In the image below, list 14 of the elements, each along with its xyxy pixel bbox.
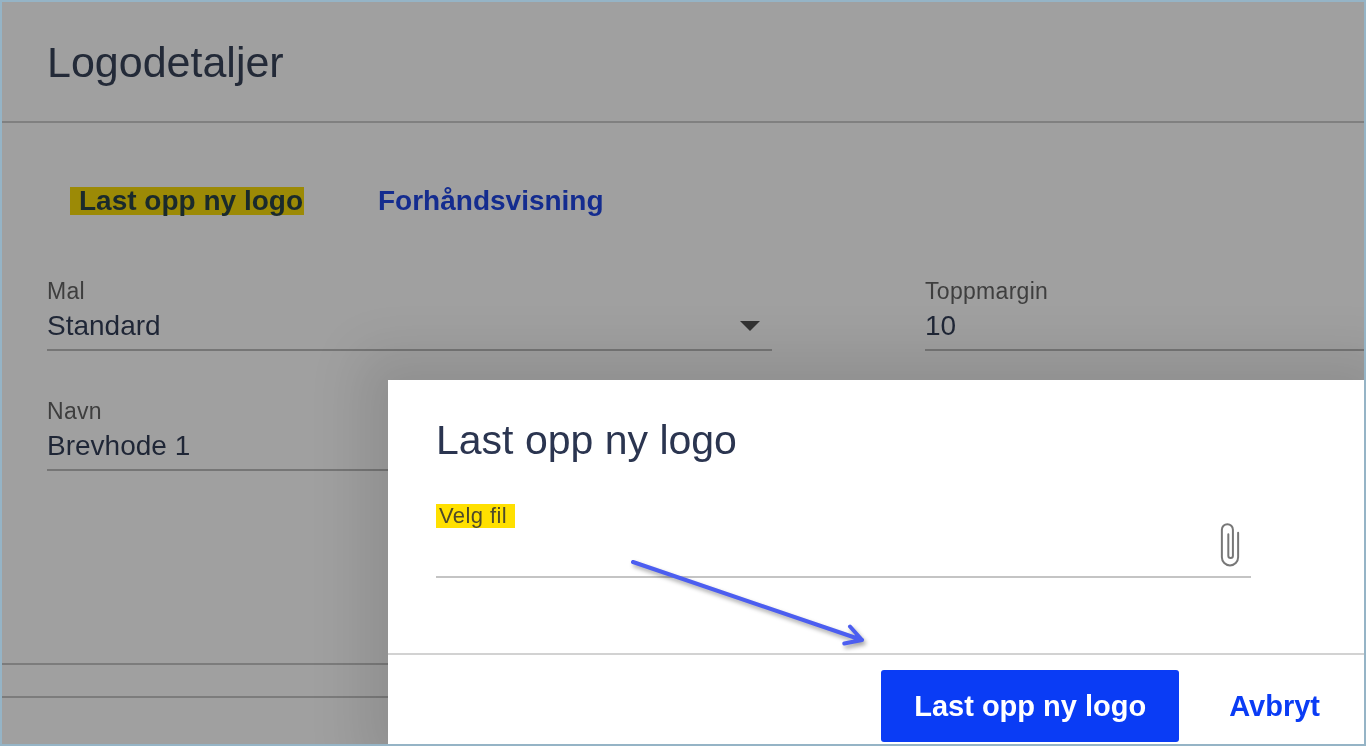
dialog-title: Last opp ny logo [436, 416, 737, 464]
field-label: Toppmargin [925, 279, 1049, 303]
caret-icon [740, 321, 760, 331]
field-label: Mal [47, 279, 85, 303]
page-title: Logodetaljer [47, 36, 284, 87]
action-link[interactable]: Forhåndsvisning [369, 187, 605, 215]
cancel-button[interactable]: Avbryt [1229, 670, 1320, 742]
paperclip-icon[interactable] [1219, 522, 1241, 568]
select-field[interactable]: Standard [47, 310, 772, 351]
text-field[interactable]: 10 [925, 310, 1364, 351]
action-link[interactable]: Last opp ny logo [70, 187, 304, 215]
upload-button[interactable]: Last opp ny logo [881, 670, 1180, 742]
field-label: Velg fil [436, 504, 516, 528]
field-label: Navn [47, 399, 102, 423]
